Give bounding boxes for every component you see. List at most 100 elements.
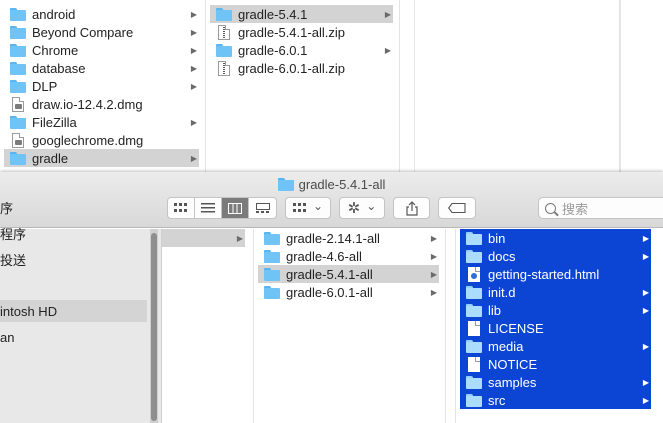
- list-item[interactable]: gradle-5.4.1 ▶: [210, 5, 393, 23]
- list-item[interactable]: googlechrome.dmg: [4, 131, 199, 149]
- item-name: gradle-6.0.1-all: [286, 284, 373, 300]
- back-column-4[interactable]: [620, 0, 663, 172]
- share-icon: [405, 200, 418, 216]
- scrollbar-thumb[interactable]: [151, 233, 157, 421]
- chevron-right-icon: ▶: [642, 305, 650, 315]
- item-name: getting-started.html: [488, 266, 600, 282]
- item-name: database: [32, 60, 86, 76]
- column-view-button[interactable]: [222, 198, 249, 218]
- sidebar-item[interactable]: intosh HD: [0, 300, 147, 322]
- list-item[interactable]: NOTICE: [460, 355, 651, 373]
- back-column-2[interactable]: gradle-5.4.1 ▶ gradle-5.4.1-all.zip gradle-…: [206, 0, 400, 172]
- group-grid-icon: [292, 203, 306, 212]
- chevron-right-icon: ▶: [430, 233, 438, 243]
- column-resize-gap: [446, 229, 456, 423]
- folder-icon: [264, 267, 280, 281]
- folder-icon: [10, 43, 26, 57]
- sidebar-item[interactable]: 序: [0, 196, 13, 218]
- item-name: LICENSE: [488, 320, 544, 336]
- list-item[interactable]: gradle-6.0.1-all ▶: [258, 283, 439, 301]
- item-name: src: [488, 392, 506, 408]
- list-item[interactable]: FileZilla ▶: [4, 113, 199, 131]
- folder-icon: [264, 231, 280, 245]
- list-item[interactable]: draw.io-12.4.2.dmg: [4, 95, 199, 113]
- item-name: gradle: [32, 150, 69, 166]
- list-item[interactable]: getting-started.html: [460, 265, 651, 283]
- list-view-button[interactable]: [195, 198, 222, 218]
- sidebar-item-label: 序: [0, 200, 14, 216]
- folder-icon: [466, 285, 482, 299]
- folder-icon: [466, 249, 482, 263]
- folder-icon: [10, 7, 26, 21]
- chevron-right-icon: ▶: [430, 269, 438, 279]
- chevron-right-icon: ▶: [190, 117, 198, 127]
- column-gradle-versions[interactable]: gradle-2.14.1-all ▶ gradle-4.6-all ▶ gradle-…: [254, 229, 446, 423]
- list-item[interactable]: lib ▶: [460, 301, 651, 319]
- list-item[interactable]: Beyond Compare ▶: [4, 23, 199, 41]
- list-item[interactable]: database ▶: [4, 59, 199, 77]
- item-name: gradle-6.0.1-all.zip: [238, 60, 345, 76]
- list-item[interactable]: gradle-6.0.1-all.zip: [210, 59, 393, 77]
- folder-icon: [466, 393, 482, 407]
- list-item[interactable]: gradle ▶: [4, 149, 199, 167]
- folder-icon: [466, 231, 482, 245]
- item-name: lib: [488, 302, 502, 318]
- chevron-right-icon: ▶: [642, 251, 650, 261]
- list-item[interactable]: src ▶: [460, 391, 651, 409]
- chevron-right-icon: ▶: [190, 153, 198, 163]
- item-name: android: [32, 6, 76, 22]
- list-item[interactable]: gradle-4.6-all ▶: [258, 247, 439, 265]
- chevron-right-icon: ▶: [642, 395, 650, 405]
- list-item[interactable]: DLP ▶: [4, 77, 199, 95]
- list-item[interactable]: gradle-5.4.1-all.zip: [210, 23, 393, 41]
- column-gradle-contents[interactable]: bin ▶ docs ▶ getting-started.html init.d ▶ lib ▶…: [456, 229, 663, 423]
- document-icon: [468, 320, 480, 336]
- sidebar-item[interactable]: 程序: [0, 222, 26, 244]
- sidebar-item[interactable]: an: [0, 326, 14, 348]
- icon-view-button[interactable]: [168, 198, 195, 218]
- list-item[interactable]: LICENSE: [460, 319, 651, 337]
- list-item[interactable]: bin ▶: [460, 229, 651, 247]
- action-button[interactable]: ✲ ⌄: [339, 197, 385, 219]
- chevron-right-icon: ▶: [190, 81, 198, 91]
- view-mode-control[interactable]: [167, 197, 277, 219]
- list-item[interactable]: android ▶: [4, 5, 199, 23]
- back-column-1[interactable]: android ▶ Beyond Compare ▶ Chrome ▶ database ▶ D…: [0, 0, 206, 172]
- item-name: googlechrome.dmg: [32, 132, 144, 148]
- list-item[interactable]: gradle-2.14.1-all ▶: [258, 229, 439, 247]
- disk-image-icon: [12, 132, 24, 148]
- item-name: gradle-6.0.1: [238, 42, 308, 58]
- list-item[interactable]: samples ▶: [460, 373, 651, 391]
- list-item[interactable]: init.d ▶: [460, 283, 651, 301]
- folder-icon: [10, 79, 26, 93]
- gallery-view-button[interactable]: [249, 198, 276, 218]
- window-title-text: gradle-5.4.1-all: [298, 176, 386, 192]
- list-item[interactable]: Chrome ▶: [4, 41, 199, 59]
- item-name: gradle-5.4.1-all.zip: [238, 24, 345, 40]
- group-by-button[interactable]: ⌄: [285, 197, 331, 219]
- item-name: init.d: [488, 284, 516, 300]
- column-parent[interactable]: ▶: [162, 229, 254, 423]
- list-item[interactable]: media ▶: [460, 337, 651, 355]
- share-button[interactable]: [393, 197, 430, 219]
- list-item[interactable]: gradle-5.4.1-all ▶: [258, 265, 439, 283]
- sidebar-item[interactable]: 投送: [0, 248, 26, 270]
- folder-icon: [216, 7, 232, 21]
- item-name: media: [488, 338, 524, 354]
- search-field[interactable]: 搜索: [538, 197, 663, 219]
- item-name: docs: [488, 248, 516, 264]
- disk-image-icon: [12, 96, 24, 112]
- chevron-down-icon: ⌄: [366, 199, 377, 213]
- selected-parent-row[interactable]: ▶: [162, 229, 245, 247]
- tags-button[interactable]: [438, 197, 476, 219]
- list-item[interactable]: docs ▶: [460, 247, 651, 265]
- chevron-right-icon: ▶: [236, 233, 244, 243]
- folder-icon: [10, 61, 26, 75]
- sidebar-scrollbar[interactable]: [150, 229, 158, 423]
- icon-grid-icon: [174, 203, 187, 212]
- folder-icon: [277, 177, 294, 191]
- list-item[interactable]: gradle-6.0.1 ▶: [210, 41, 393, 59]
- list-icon: [201, 203, 215, 213]
- item-name: draw.io-12.4.2.dmg: [32, 96, 143, 112]
- back-column-3[interactable]: [414, 0, 620, 172]
